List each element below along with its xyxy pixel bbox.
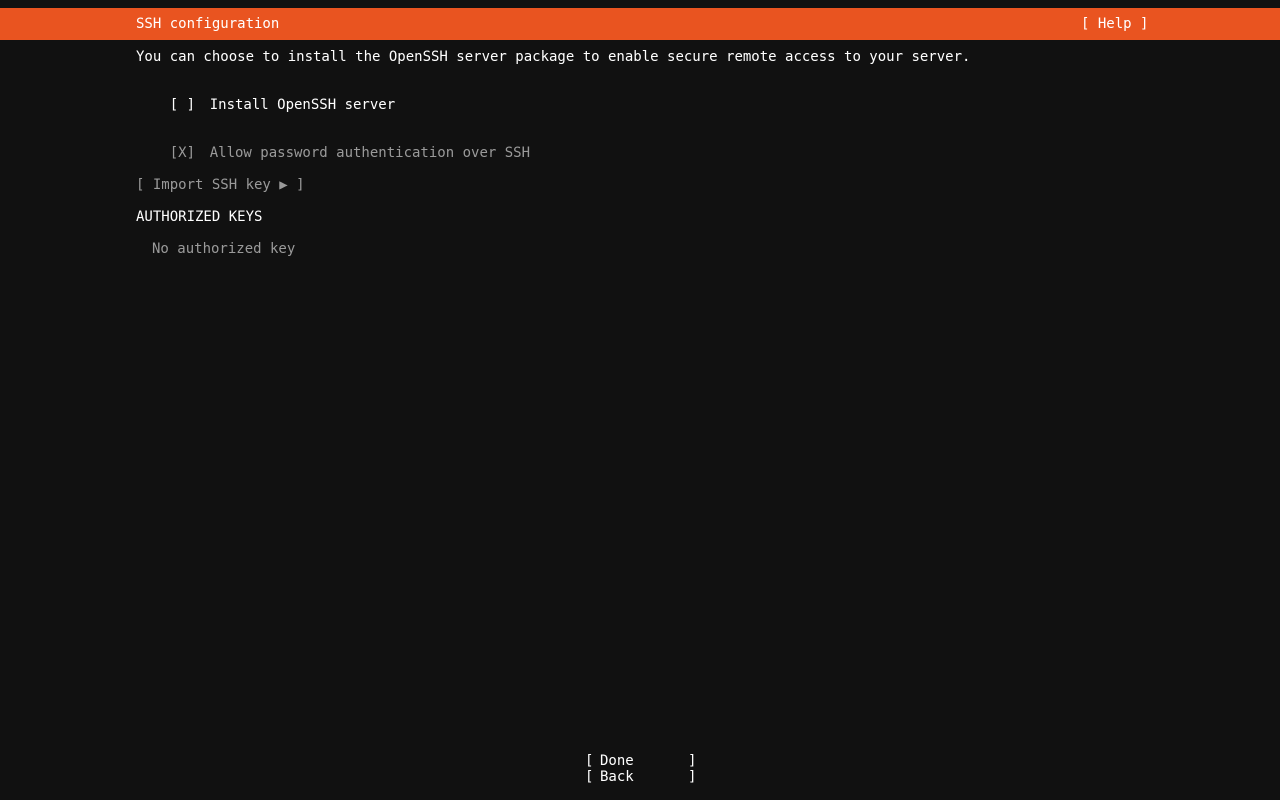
no-authorized-key-text: No authorized key <box>152 241 296 257</box>
back-bracket-right: ] <box>688 769 697 785</box>
install-openssh-label: Install OpenSSH server <box>209 97 396 113</box>
import-ssh-key-button: [ Import SSH key ▶ ] <box>136 177 305 193</box>
header-bar: SSH configuration [ Help ] <box>0 8 1280 40</box>
done-button[interactable]: [ Done ] <box>585 753 697 769</box>
installer-screen: SSH configuration [ Help ] You can choos… <box>0 0 1280 800</box>
allow-password-checkbox-row: [X] Allow password authentication over SS… <box>136 129 530 177</box>
back-label: Back <box>600 769 634 785</box>
install-openssh-checkbox[interactable]: [ ] <box>170 97 210 113</box>
back-bracket-left: [ <box>585 769 594 785</box>
done-bracket-left: [ <box>585 753 594 769</box>
done-label: Done <box>600 753 634 769</box>
authorized-keys-heading: AUTHORIZED KEYS <box>136 209 263 225</box>
done-bracket-right: ] <box>688 753 697 769</box>
page-title: SSH configuration <box>136 16 280 32</box>
allow-password-checkbox: [X] <box>169 145 196 161</box>
intro-text: You can choose to install the OpenSSH se… <box>136 49 971 65</box>
allow-password-label: Allow password authentication over SSH <box>209 145 531 161</box>
back-button[interactable]: [ Back ] <box>585 769 697 785</box>
install-openssh-checkbox-row[interactable]: [ ] Install OpenSSH server <box>136 81 395 129</box>
help-button[interactable]: [ Help ] <box>1081 8 1148 40</box>
